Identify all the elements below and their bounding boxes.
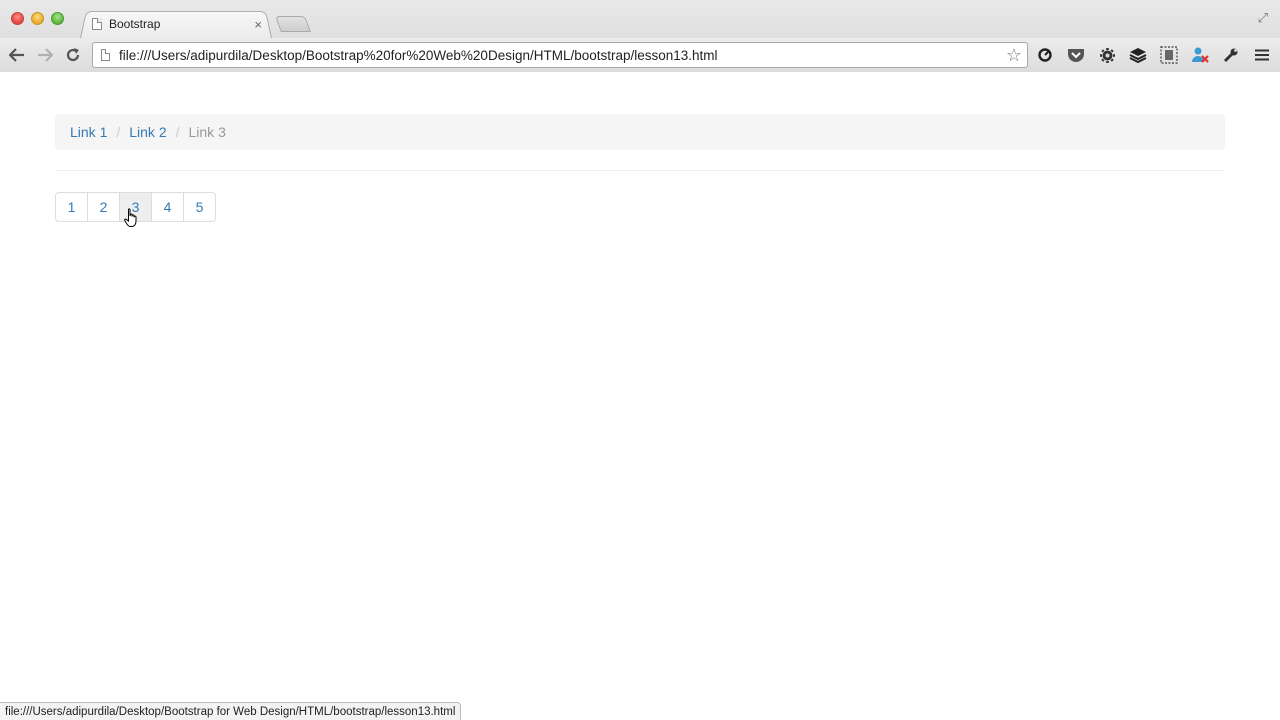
window-zoom-button[interactable]	[51, 12, 64, 25]
forward-button[interactable]	[32, 42, 58, 68]
arrow-right-icon	[38, 48, 53, 62]
page-document-icon	[101, 49, 110, 61]
window-close-button[interactable]	[11, 12, 24, 25]
breadcrumb-link-1[interactable]: Link 1	[70, 124, 107, 140]
address-bar[interactable]: file:///Users/adipurdila/Desktop/Bootstr…	[92, 42, 1028, 68]
page-link-5[interactable]: 5	[183, 192, 216, 222]
document-icon	[92, 18, 102, 30]
layers-icon[interactable]	[1127, 44, 1149, 66]
user-blocked-icon[interactable]	[1189, 44, 1211, 66]
breadcrumb-active-item: Link 3	[188, 124, 226, 140]
wrench-icon[interactable]	[1220, 44, 1242, 66]
menu-icon[interactable]	[1251, 44, 1273, 66]
bookmark-star-icon[interactable]: ☆	[1006, 45, 1022, 66]
browser-tab-content[interactable]: Bootstrap ×	[86, 12, 266, 36]
page-link-4[interactable]: 4	[151, 192, 184, 222]
page-viewport: Link 1 / Link 2 / Link 3 1 2 3 4 5	[0, 73, 1280, 720]
tab-close-icon[interactable]: ×	[254, 17, 262, 32]
tab-strip: Bootstrap × ⤢	[0, 0, 1280, 38]
breadcrumb-separator: /	[116, 124, 121, 140]
extension-sync-icon[interactable]	[1034, 44, 1056, 66]
hand-cursor-icon	[124, 208, 137, 227]
page-link-2[interactable]: 2	[87, 192, 120, 222]
fullscreen-icon[interactable]: ⤢	[1258, 10, 1268, 26]
browser-toolbar: file:///Users/adipurdila/Desktop/Bootstr…	[0, 38, 1280, 72]
horizontal-divider	[55, 170, 1225, 171]
back-button[interactable]	[4, 42, 30, 68]
tab-title: Bootstrap	[109, 17, 161, 31]
new-tab-button[interactable]	[275, 16, 311, 32]
gear-icon[interactable]	[1096, 44, 1118, 66]
reload-button[interactable]	[60, 42, 86, 68]
url-text[interactable]: file:///Users/adipurdila/Desktop/Bootstr…	[119, 48, 1006, 63]
window-minimize-button[interactable]	[31, 12, 44, 25]
breadcrumb-separator: /	[175, 124, 180, 140]
breadcrumb: Link 1 / Link 2 / Link 3	[55, 114, 1225, 150]
pocket-icon[interactable]	[1065, 44, 1087, 66]
screenshot-extension-icon[interactable]	[1158, 44, 1180, 66]
status-bar: file:///Users/adipurdila/Desktop/Bootstr…	[0, 702, 462, 720]
reload-icon	[66, 48, 80, 62]
page-link-1[interactable]: 1	[55, 192, 88, 222]
breadcrumb-link-2[interactable]: Link 2	[129, 124, 166, 140]
browser-chrome: Bootstrap × ⤢ file:///Users/adipurdila/D…	[0, 0, 1280, 72]
arrow-left-icon	[9, 48, 24, 62]
